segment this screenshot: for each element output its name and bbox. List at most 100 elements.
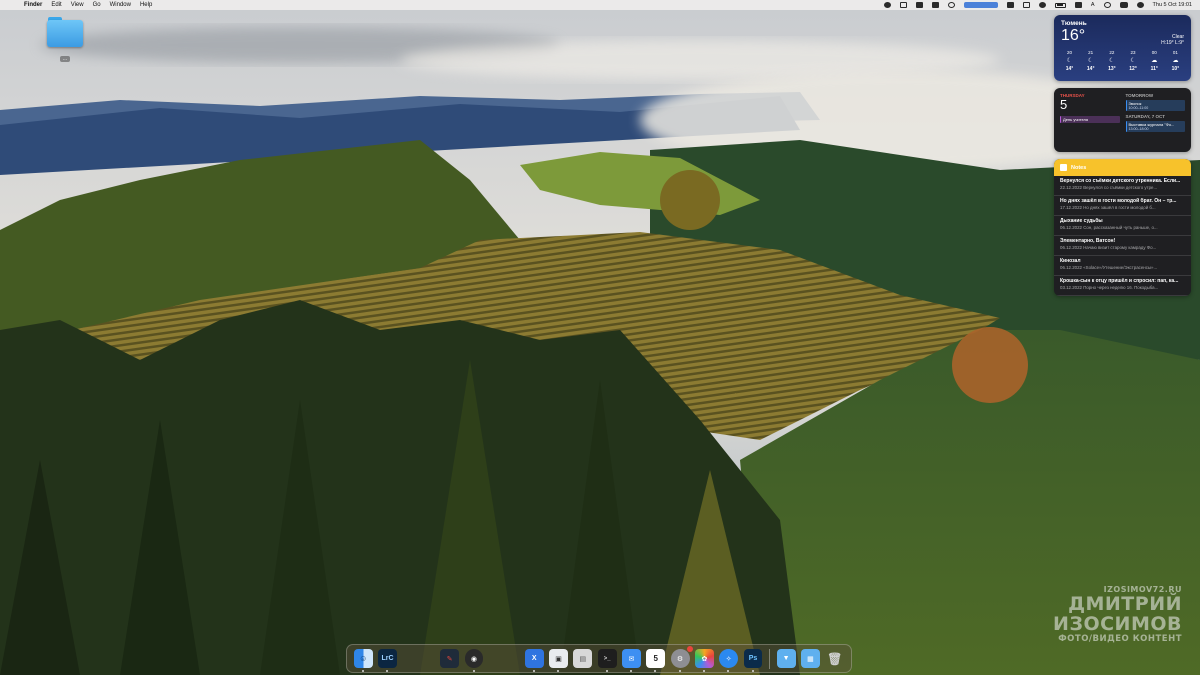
lightroom-icon: LrC [381,655,394,662]
dock-app-lightroom[interactable]: LrC [378,649,397,672]
dock-app-photoshop[interactable]: Ps [743,649,763,672]
menu-go[interactable]: Go [93,2,101,8]
gear-icon: ⚙ [676,655,684,663]
dock-folder-documents[interactable]: ▦ [800,649,820,668]
status-window-icon[interactable] [1022,2,1030,8]
notes-icon [1060,164,1067,171]
note-item[interactable]: Дыхание судьбы 06.12.2022 Сон, рассказан… [1054,216,1191,236]
photos-icon: ✿ [701,655,708,663]
calendar-today-event[interactable]: День учителя [1060,116,1120,123]
desktop-folder[interactable]: ... [46,17,84,65]
compass-icon: ✧ [725,655,732,663]
weather-hourly: 20 ☾ 14° 21 ☾ 14° 22 ☾ 13° 23 ☾ 12° 00 ☁ 11° 01 ☁ 10… [1061,50,1184,72]
notification-badge [686,646,693,652]
terminal-icon: >_ [603,655,611,662]
calendar-tomorrow-label: TOMORROW [1125,93,1154,98]
note-item[interactable]: Но днях зашёл в гости молодой брат. Он –… [1054,196,1191,216]
watermark-line3: ФОТО/ВИДЕО КОНТЕНТ [1058,634,1182,644]
menu-help[interactable]: Help [140,2,152,8]
menubar-clock[interactable]: Thu 5 Oct 19:01 [1153,2,1192,8]
calendar-saturday-event[interactable]: Выставка журнала "Фо... 13:00–18:00 [1125,121,1185,132]
dock-app-mail[interactable]: ✉ [621,649,641,672]
weather-hour: 00 ☁ 11° [1146,50,1163,72]
calendar-saturday-label: SATURDAY, 7 OCT [1125,114,1166,119]
dock: ☺ LrC ✎ ◉ X ▣ ▤ >_ ✉ 5 ⚙ ✿ ✧ Ps ▼ ▦ 🗑 [346,644,852,673]
weather-widget[interactable]: Тюмень 16° Clear H:19° L:9° 20 ☾ 14° 21 ☾ 14… [1054,15,1191,81]
menu-window[interactable]: Window [110,2,131,8]
notes-widget[interactable]: Notes Вернулся со съёмки детского утренн… [1054,159,1191,296]
calendar-icon: 5 [653,654,658,663]
documents-folder-icon: ▦ [807,655,814,663]
cloud-moon-icon: ☁ [1151,58,1158,64]
disk-icon: ▤ [579,655,587,663]
weather-hour: 23 ☾ 12° [1125,50,1142,72]
watermark-line2: ИЗОСИМОВ [1053,613,1182,635]
weather-temp: 16° [1061,27,1086,44]
status-app-pill[interactable] [963,2,998,8]
dock-app-system-settings[interactable]: ⚙ [670,646,693,672]
desktop-wallpaper [0,0,1200,675]
downloads-folder-icon: ▼ [782,655,790,662]
weather-hi-lo: H:19° L:9° [1161,40,1184,46]
menu-view[interactable]: View [71,2,84,8]
desktop-folder-label: ... [59,56,71,62]
weather-hour: 20 ☾ 14° [1061,50,1078,72]
dock-app-preview[interactable]: ▣ [549,649,568,672]
folder-icon [47,17,83,47]
spotlight-search-icon[interactable] [1103,2,1111,8]
status-bluetooth-icon[interactable] [1038,2,1046,8]
pencil-icon: ✎ [446,655,453,663]
weather-hour: 21 ☾ 14° [1082,50,1099,72]
note-item[interactable]: Элементарно, Ватсон! 06.12.2022 Начаю ви… [1054,236,1191,256]
status-shield-icon[interactable] [915,2,923,8]
keyboard-layout-indicator[interactable]: A [1091,2,1095,8]
circle-app-icon: ◉ [470,655,478,663]
note-item[interactable]: Кинозал 06.12.2022 «Solace»/Утешение/Экс… [1054,256,1191,276]
dock-app-finder[interactable]: ☺ [353,649,373,672]
watermark: IZOSIMOV72.RU ДМИТРИЙ ИЗОСИМОВ ФОТО/ВИДЕ… [1053,585,1182,644]
status-display-icon[interactable] [899,2,907,8]
menu-app-name[interactable]: Finder [24,2,42,8]
moon-icon: ☾ [1087,58,1094,64]
note-item[interactable]: Крошка-сын к отцу пришёл и спросил: пап,… [1054,276,1191,296]
menu-bar: Finder Edit View Go Window Help A Thu 5 … [0,0,1200,10]
trash-icon: 🗑 [827,651,843,666]
finder-icon: ☺ [359,654,368,663]
status-cloud-icon[interactable] [931,2,939,8]
dock-folder-downloads[interactable]: ▼ [776,649,796,668]
siri-icon[interactable] [1136,2,1144,8]
dock-app-pencil[interactable]: ✎ [440,649,460,668]
note-item[interactable]: Вернулся со съёмки детского утренника. Е… [1054,176,1191,196]
dock-trash[interactable]: 🗑 [825,649,844,668]
dock-app-terminal[interactable]: >_ [597,649,617,672]
weather-city: Тюмень [1061,20,1087,27]
dock-app-calendar[interactable]: 5 [646,649,666,672]
watermark-line1: ДМИТРИЙ [1068,593,1182,615]
status-tool-icon[interactable] [1006,2,1014,8]
calendar-tomorrow-event[interactable]: Звонок 10:00–11:00 [1125,100,1185,111]
status-clock-icon[interactable] [947,2,955,8]
battery-icon[interactable] [1054,2,1066,8]
weather-hour: 01 ☁ 10° [1167,50,1184,72]
calendar-widget[interactable]: THURSDAY 5 День учителя TOMORROW Звонок … [1054,88,1191,152]
moon-icon: ☾ [1066,58,1073,64]
dock-app-photos[interactable]: ✿ [694,649,714,672]
dock-app-storage[interactable]: ▤ [573,649,593,668]
weather-hour: 22 ☾ 13° [1103,50,1120,72]
dock-app-xcode[interactable]: X [524,649,544,672]
notes-header: Notes [1054,159,1191,176]
status-camera-icon[interactable] [883,2,891,8]
menu-edit[interactable]: Edit [51,2,61,8]
dock-separator [769,648,770,669]
mail-icon: ✉ [628,655,635,663]
xcode-icon: X [531,655,537,662]
photoshop-icon: Ps [748,655,758,662]
cloud-icon: ☁ [1172,58,1179,64]
dock-app-circle[interactable]: ◉ [464,649,484,672]
moon-icon: ☾ [1109,58,1115,64]
status-wifi-icon[interactable] [1074,2,1082,8]
control-center-icon[interactable] [1119,2,1128,8]
calendar-day-number: 5 [1060,97,1068,112]
preview-icon: ▣ [555,655,562,663]
dock-app-safari[interactable]: ✧ [719,649,739,672]
